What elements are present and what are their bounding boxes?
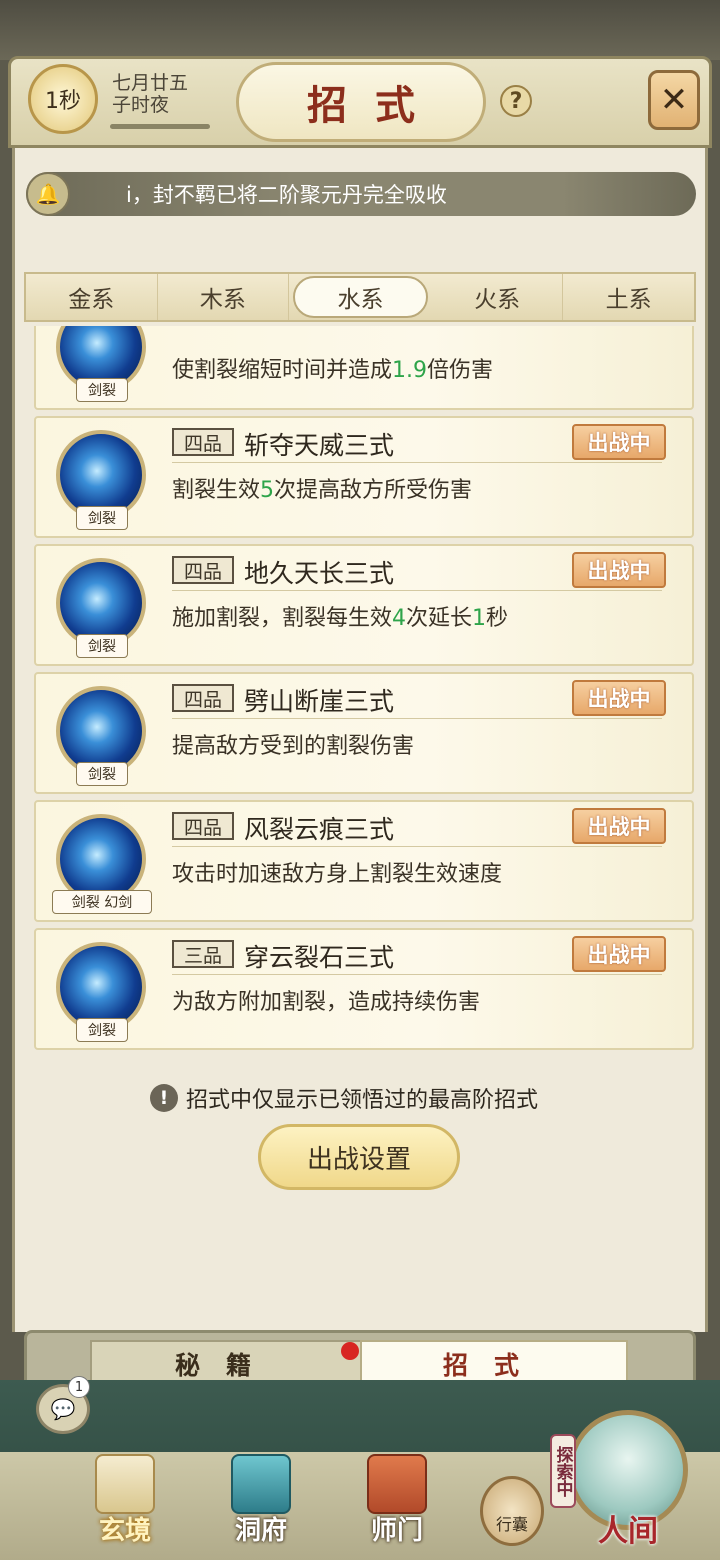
skill-desc: 为敌方附加割裂，造成持续伤害	[172, 990, 481, 1015]
desc-text-tail: 倍伤害	[427, 358, 494, 383]
skill-name: 劈山断崖三式	[244, 687, 395, 716]
skill-name: 风裂云痕三式	[244, 815, 395, 844]
exploring-badge: 探索中	[550, 1434, 576, 1508]
divider	[172, 462, 662, 463]
skill-tag: 剑裂	[76, 762, 128, 786]
skill-card[interactable]: 剑裂 四品 劈山断崖三式 出战中 提高敌方受到的割裂伤害	[34, 672, 694, 794]
skill-icon: 剑裂	[50, 430, 154, 530]
desc-number-2: 1	[472, 606, 487, 631]
grade-label: 三品	[172, 940, 234, 968]
skill-card[interactable]: 剑裂 四品 地久天长三式 出战中 施加割裂，割裂每生效4次延长1秒	[34, 544, 694, 666]
notice-text: 招式中仅显示已领悟过的最高阶招式	[186, 1088, 539, 1113]
grade-label: 四品	[172, 684, 234, 712]
tab-metal[interactable]: 金系	[26, 274, 158, 320]
skill-tag: 剑裂	[76, 1018, 128, 1042]
desc-text-mid: 次延长	[406, 606, 473, 631]
skill-list[interactable]: 剑裂 使割裂缩短时间并造成1.9倍伤害 剑裂 四品 斩夺天威三式 出战中 割裂生…	[22, 326, 698, 1054]
skill-tag: 剑裂 幻剑	[52, 890, 152, 914]
tab-fire[interactable]: 火系	[432, 274, 564, 320]
question-icon[interactable]: ?	[500, 85, 532, 117]
divider	[172, 590, 662, 591]
banner-icon	[367, 1454, 427, 1514]
skill-tag: 剑裂	[76, 634, 128, 658]
skill-tag: 剑裂	[76, 506, 128, 530]
skill-icon: 剑裂 幻剑	[50, 814, 154, 914]
date-underline	[110, 124, 210, 129]
skill-desc: 攻击时加速敌方身上割裂生效速度	[172, 862, 503, 887]
top-background	[0, 0, 720, 60]
skill-tag: 剑裂	[76, 378, 128, 402]
deployed-badge: 出战中	[572, 680, 666, 716]
skill-icon: 剑裂	[50, 558, 154, 658]
nav-xuanjing[interactable]: 玄境	[80, 1450, 170, 1550]
divider	[172, 974, 662, 975]
close-icon[interactable]: ✕	[648, 70, 700, 130]
timer-text: 1秒	[45, 89, 81, 114]
notification-dot	[341, 1342, 359, 1360]
bell-icon: 🔔	[26, 172, 70, 216]
date-line-2: 子时夜	[112, 94, 170, 116]
bag-button[interactable]: 行囊	[480, 1476, 544, 1546]
date-display: 七月廿五 子时夜	[112, 72, 188, 116]
exclamation-icon: !	[150, 1084, 178, 1112]
desc-number: 1.9	[392, 358, 428, 383]
skill-desc: 提高敌方受到的割裂伤害	[172, 734, 415, 759]
skill-card[interactable]: 剑裂 使割裂缩短时间并造成1.9倍伤害	[34, 326, 694, 410]
nav-label: 洞府	[234, 1516, 287, 1546]
divider	[172, 718, 662, 719]
skill-card[interactable]: 剑裂 三品 穿云裂石三式 出战中 为敌方附加割裂，造成持续伤害	[34, 928, 694, 1050]
desc-text: 割裂生效	[172, 478, 261, 503]
skill-card[interactable]: 剑裂 四品 斩夺天威三式 出战中 割裂生效5次提高敌方所受伤害	[34, 416, 694, 538]
world-label[interactable]: 人间	[578, 1506, 678, 1550]
deployed-badge: 出战中	[572, 936, 666, 972]
desc-text-tail: 秒	[486, 606, 509, 631]
battle-settings-button[interactable]: 出战设置	[258, 1124, 460, 1190]
news-ticker: 🔔 i，封不羁已将二阶聚元丹完全吸收	[26, 172, 696, 216]
skill-icon: 剑裂	[50, 326, 154, 402]
skill-name: 穿云裂石三式	[244, 943, 395, 972]
tab-earth[interactable]: 土系	[563, 274, 694, 320]
grade-label: 四品	[172, 812, 234, 840]
desc-text-tail: 次提高敌方所受伤害	[274, 478, 473, 503]
grade-label: 四品	[172, 428, 234, 456]
nav-label: 师门	[370, 1516, 423, 1546]
scroll-icon	[95, 1454, 155, 1514]
info-notice: ! 招式中仅显示已领悟过的最高阶招式	[150, 1082, 538, 1114]
tab-wood[interactable]: 木系	[158, 274, 290, 320]
timer-badge[interactable]: 1秒	[28, 64, 98, 134]
desc-number: 4	[392, 606, 407, 631]
desc-text: 施加割裂，割裂每生效	[172, 606, 393, 631]
deployed-badge: 出战中	[572, 552, 666, 588]
tab-water[interactable]: 水系	[293, 276, 428, 318]
skill-desc: 施加割裂，割裂每生效4次延长1秒	[172, 600, 508, 632]
ticker-message: i，封不羁已将二阶聚元丹完全吸收	[126, 183, 447, 207]
page-title-plate: 招式	[236, 62, 486, 142]
skill-icon: 剑裂	[50, 686, 154, 786]
bag-label: 行囊	[495, 1515, 528, 1534]
nav-shimen[interactable]: 师门	[352, 1450, 442, 1550]
grade-label: 四品	[172, 556, 234, 584]
skill-desc: 使割裂缩短时间并造成1.9倍伤害	[172, 352, 493, 384]
pavilion-icon	[231, 1454, 291, 1514]
skill-icon: 剑裂	[50, 942, 154, 1042]
skill-card[interactable]: 剑裂 幻剑 四品 风裂云痕三式 出战中 攻击时加速敌方身上割裂生效速度	[34, 800, 694, 922]
skill-name: 地久天长三式	[244, 559, 395, 588]
deployed-badge: 出战中	[572, 808, 666, 844]
nav-dongfu[interactable]: 洞府	[216, 1450, 306, 1550]
skill-desc: 割裂生效5次提高敌方所受伤害	[172, 472, 472, 504]
deployed-badge: 出战中	[572, 424, 666, 460]
page-title: 招式	[307, 82, 443, 129]
chat-count-badge: 1	[68, 1376, 90, 1398]
desc-number: 5	[260, 478, 275, 503]
divider	[172, 846, 662, 847]
nav-label: 玄境	[98, 1516, 151, 1546]
skill-name: 斩夺天威三式	[244, 431, 395, 460]
desc-text: 使割裂缩短时间并造成	[172, 358, 393, 383]
element-tabs: 金系 木系 水系 火系 土系	[24, 272, 696, 322]
date-line-1: 七月廿五	[112, 72, 189, 94]
